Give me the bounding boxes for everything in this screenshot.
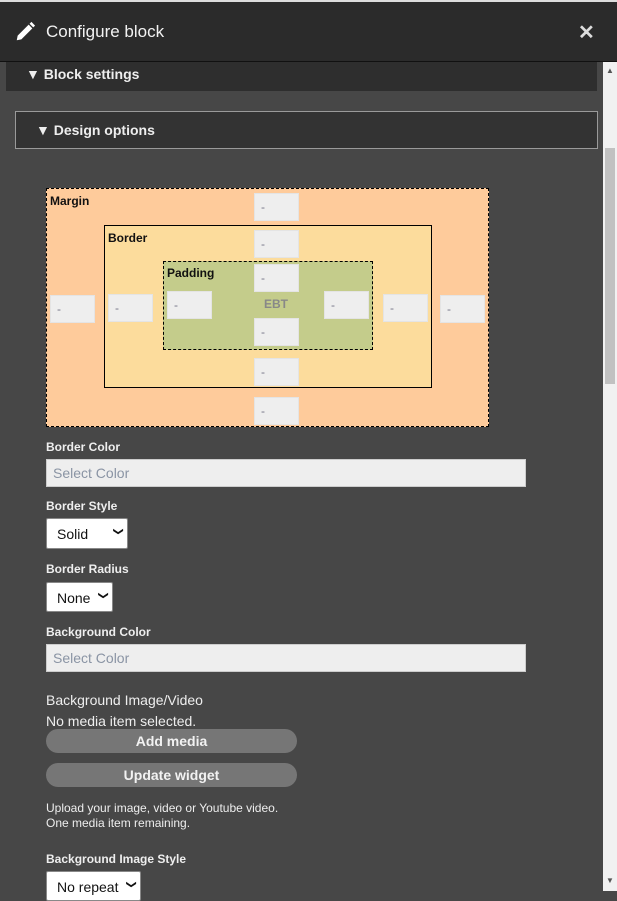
padding-bottom-input[interactable]: -: [254, 318, 299, 346]
chevron-down-icon: ❯: [112, 527, 124, 536]
background-image-style-select[interactable]: No repeat ❯: [46, 871, 141, 901]
design-options-toggle[interactable]: ▼ Design options: [15, 111, 598, 149]
margin-right-input[interactable]: -: [440, 295, 485, 323]
background-color-input[interactable]: Select Color: [46, 644, 526, 672]
margin-top-input[interactable]: -: [254, 193, 299, 221]
background-image-style-label: Background Image Style: [46, 852, 187, 866]
border-bottom-input[interactable]: -: [254, 358, 299, 386]
padding-label: Padding: [167, 266, 215, 280]
padding-left-input[interactable]: -: [167, 291, 212, 319]
border-left-input[interactable]: -: [108, 294, 153, 322]
scrollbar-thumb[interactable]: [605, 148, 615, 384]
content-label: EBT: [264, 297, 288, 311]
dialog-title: Configure block: [46, 22, 165, 41]
update-widget-button[interactable]: Update widget: [46, 763, 297, 787]
close-icon[interactable]: ✕: [578, 20, 595, 45]
border-radius-label: Border Radius: [46, 562, 129, 576]
scroll-down-icon[interactable]: ▼: [606, 876, 614, 885]
border-radius-select[interactable]: None ❯: [46, 582, 113, 612]
border-right-input[interactable]: -: [383, 294, 428, 322]
block-settings-toggle[interactable]: ▼ Block settings: [6, 62, 597, 91]
margin-bottom-input[interactable]: -: [254, 397, 299, 425]
margin-left-input[interactable]: -: [50, 295, 95, 323]
background-color-label: Background Color: [46, 625, 151, 639]
padding-top-input[interactable]: -: [254, 264, 299, 292]
pencil-icon: [16, 21, 36, 41]
border-style-label: Border Style: [46, 499, 118, 513]
border-style-value: Solid: [57, 526, 89, 542]
border-color-label: Border Color: [46, 440, 121, 454]
border-radius-value: None: [57, 590, 91, 606]
border-color-input[interactable]: Select Color: [46, 459, 526, 487]
add-media-button[interactable]: Add media: [46, 729, 297, 753]
media-status: No media item selected.: [46, 713, 197, 729]
background-image-style-value: No repeat: [57, 879, 119, 895]
margin-label: Margin: [50, 194, 90, 208]
border-label: Border: [108, 231, 148, 245]
chevron-down-icon: ❯: [125, 880, 137, 889]
border-style-select[interactable]: Solid ❯: [46, 518, 128, 549]
scroll-up-icon[interactable]: ▲: [606, 66, 614, 75]
background-media-label: Background Image/Video: [46, 692, 203, 708]
padding-right-input[interactable]: -: [324, 291, 369, 319]
border-top-input[interactable]: -: [254, 230, 299, 258]
chevron-down-icon: ❯: [97, 591, 109, 600]
media-help-line2: One media item remaining.: [46, 816, 191, 830]
media-help-line1: Upload your image, video or Youtube vide…: [46, 801, 279, 815]
